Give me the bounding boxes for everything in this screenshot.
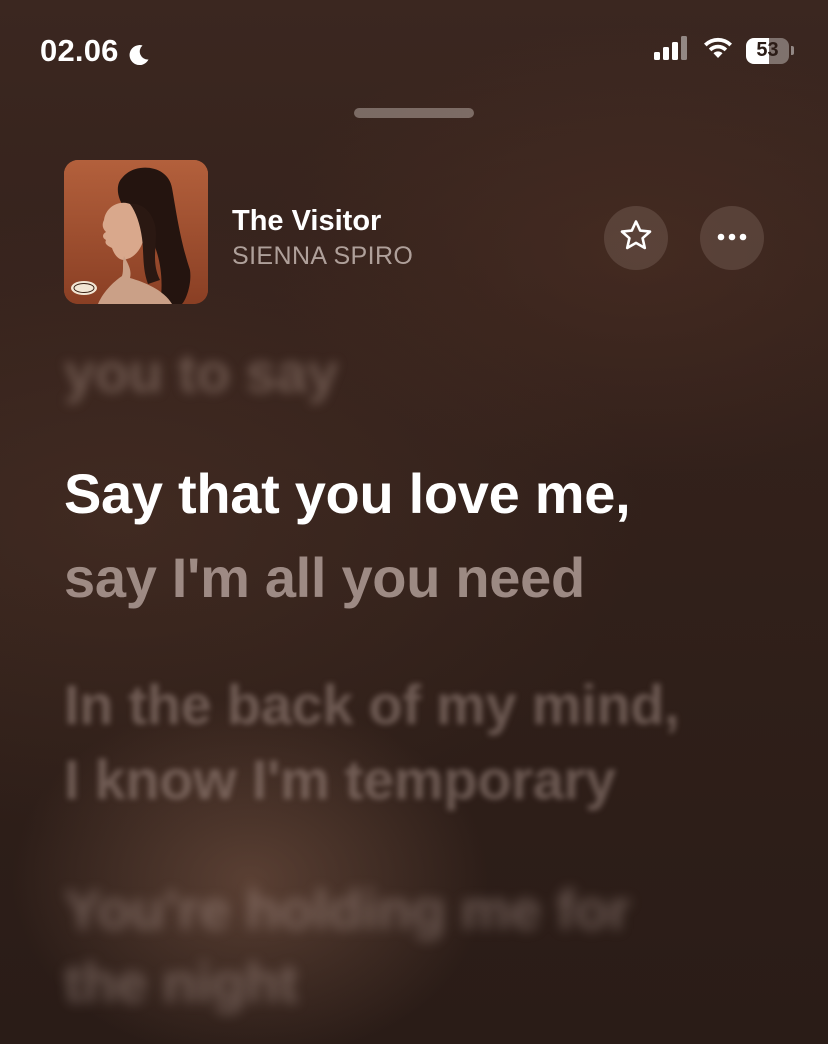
battery-icon: 53 [746,37,794,64]
lyric-line-upcoming[interactable]: the night [64,955,298,1011]
lyric-line-current-continued[interactable]: say I'm all you need [64,550,585,606]
battery-cap [791,46,794,55]
star-icon [618,218,654,259]
lyric-line-previous[interactable]: you to say [64,345,338,401]
battery-level: 53 [746,37,790,64]
status-bar-time-group: 02.06 [40,33,151,69]
lyric-line-upcoming[interactable]: You're holding me for [64,882,630,938]
more-options-button[interactable] [700,206,764,270]
song-artist[interactable]: SIENNA SPIRO [232,242,413,271]
lyric-line-upcoming[interactable]: I know I'm temporary [64,752,616,808]
sheet-grabber-handle[interactable] [354,108,474,118]
lyric-line-upcoming[interactable]: In the back of my mind, [64,677,680,733]
ellipsis-icon [716,229,748,247]
now-playing-lyrics-screen: 02.06 53 The Visitor SIENNA SPIRO you to… [0,0,828,1044]
song-title[interactable]: The Visitor [232,205,381,238]
moon-icon [127,39,151,66]
favorite-button[interactable] [604,206,668,270]
status-time: 02.06 [40,33,119,68]
cellular-signal-icon [654,36,690,65]
album-artwork[interactable] [64,160,208,304]
lyric-line-current[interactable]: Say that you love me, [64,466,631,522]
status-bar-indicators: 53 [654,36,794,65]
wifi-icon [702,36,734,65]
